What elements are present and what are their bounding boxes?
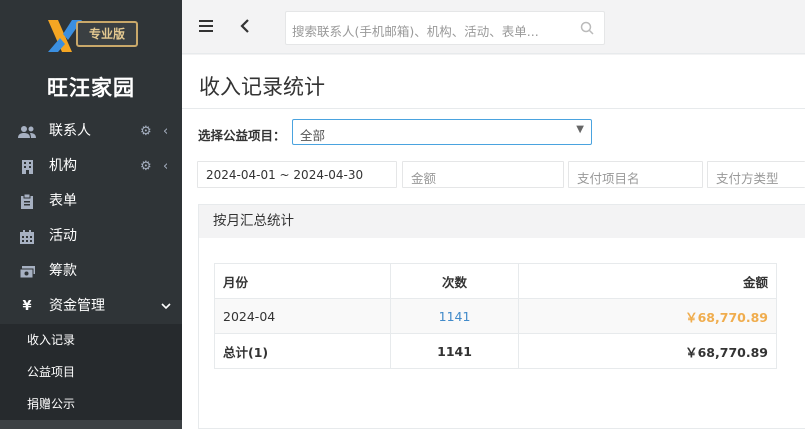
search-placeholder: 搜索联系人(手机邮箱)、机构、活动、表单... bbox=[292, 24, 539, 39]
total-amount: ￥68,770.89 bbox=[518, 333, 777, 369]
amount-input[interactable]: 金额 bbox=[402, 161, 564, 188]
search-input[interactable]: 搜索联系人(手机邮箱)、机构、活动、表单... bbox=[285, 11, 605, 45]
amount-placeholder: 金额 bbox=[411, 171, 437, 186]
project-select-value: 全部 bbox=[300, 128, 326, 143]
finance-submenu: 收入记录 公益项目 捐赠公示 bbox=[0, 324, 182, 420]
app-name: 旺汪家园 bbox=[47, 76, 135, 100]
header-month: 月份 bbox=[214, 263, 391, 299]
chevron-left-icon[interactable]: ‹ bbox=[163, 114, 168, 149]
edition-badge: 专业版 bbox=[76, 21, 138, 47]
main-content: 收入记录统计 选择公益项目： 全部 ▼ 2024-04-01 ~ 2024-04… bbox=[182, 55, 805, 429]
table-header-row: 月份 次数 金额 bbox=[214, 263, 777, 299]
page-title: 收入记录统计 bbox=[199, 75, 325, 99]
table-row: 2024-04 1141 ￥68,770.89 bbox=[214, 298, 777, 334]
sidebar-item-label: 活动 bbox=[49, 228, 77, 244]
back-chevron-icon[interactable] bbox=[240, 15, 250, 38]
money-icon bbox=[17, 254, 37, 289]
gear-icon[interactable]: ⚙ bbox=[140, 149, 152, 184]
payment-item-input[interactable]: 支付项目名 bbox=[568, 161, 703, 188]
clipboard-icon bbox=[17, 184, 37, 219]
payment-item-placeholder: 支付项目名 bbox=[577, 171, 640, 186]
header-count: 次数 bbox=[389, 263, 520, 299]
sidebar: 专业版 旺汪家园 联系人 ⚙ ‹ 机构 ⚙ ‹ 表单 活动 筹款 ¥ 资金管理 … bbox=[0, 0, 182, 429]
submenu-charity-projects[interactable]: 公益项目 bbox=[0, 356, 182, 388]
total-label: 总计(1) bbox=[214, 333, 391, 369]
logo: 专业版 bbox=[46, 18, 138, 54]
summary-table: 月份 次数 金额 2024-04 1141 ￥68,770.89 总计(1) 1… bbox=[214, 263, 777, 369]
table-total-row: 总计(1) 1141 ￥68,770.89 bbox=[214, 333, 777, 369]
calendar-icon bbox=[17, 219, 37, 254]
cell-count-link[interactable]: 1141 bbox=[389, 298, 520, 334]
project-select[interactable]: 全部 ▼ bbox=[292, 119, 592, 145]
sidebar-item-fundraising[interactable]: 筹款 bbox=[0, 254, 182, 289]
submenu-donation-disclosure[interactable]: 捐赠公示 bbox=[0, 388, 182, 420]
sidebar-item-label: 表单 bbox=[49, 193, 77, 209]
header-amount: 金额 bbox=[518, 263, 777, 299]
payer-type-placeholder: 支付方类型 bbox=[716, 171, 779, 186]
sidebar-item-organizations[interactable]: 机构 ⚙ ‹ bbox=[0, 149, 182, 184]
users-icon bbox=[17, 114, 37, 149]
sidebar-item-finance[interactable]: ¥ 资金管理 bbox=[0, 289, 182, 324]
sidebar-item-label: 筹款 bbox=[49, 263, 77, 279]
sidebar-item-label: 机构 bbox=[49, 158, 77, 174]
date-range-value: 2024-04-01 ~ 2024-04-30 bbox=[206, 168, 364, 182]
monthly-summary-panel: 按月汇总统计 月份 次数 金额 2024-04 1141 ￥68,770.89 … bbox=[198, 204, 805, 429]
sidebar-item-activities[interactable]: 活动 bbox=[0, 219, 182, 254]
sidebar-nav: 联系人 ⚙ ‹ 机构 ⚙ ‹ 表单 活动 筹款 ¥ 资金管理 收入记录 公益项目… bbox=[0, 114, 182, 420]
sidebar-item-label: 资金管理 bbox=[49, 298, 105, 314]
chevron-left-icon[interactable]: ‹ bbox=[163, 149, 168, 184]
search-icon[interactable] bbox=[580, 21, 594, 35]
top-bar: 搜索联系人(手机邮箱)、机构、活动、表单... bbox=[182, 0, 805, 54]
total-count: 1141 bbox=[389, 333, 520, 369]
cell-amount: ￥68,770.89 bbox=[518, 298, 777, 334]
sidebar-item-forms[interactable]: 表单 bbox=[0, 184, 182, 219]
divider bbox=[182, 108, 805, 109]
yen-icon: ¥ bbox=[22, 299, 32, 314]
gear-icon[interactable]: ⚙ bbox=[140, 114, 152, 149]
cell-month: 2024-04 bbox=[214, 298, 391, 334]
panel-title: 按月汇总统计 bbox=[199, 205, 805, 238]
submenu-income-records[interactable]: 收入记录 bbox=[0, 324, 182, 356]
menu-toggle-icon[interactable] bbox=[199, 20, 213, 32]
chevron-down-icon[interactable] bbox=[161, 289, 171, 324]
payer-type-input[interactable]: 支付方类型 bbox=[707, 161, 805, 188]
building-icon bbox=[17, 149, 37, 184]
project-label: 选择公益项目： bbox=[198, 128, 286, 143]
caret-down-icon: ▼ bbox=[576, 124, 584, 135]
sidebar-scroll-edge bbox=[0, 420, 182, 429]
sidebar-item-contacts[interactable]: 联系人 ⚙ ‹ bbox=[0, 114, 182, 149]
date-range-input[interactable]: 2024-04-01 ~ 2024-04-30 bbox=[197, 161, 397, 188]
sidebar-item-label: 联系人 bbox=[49, 123, 91, 139]
